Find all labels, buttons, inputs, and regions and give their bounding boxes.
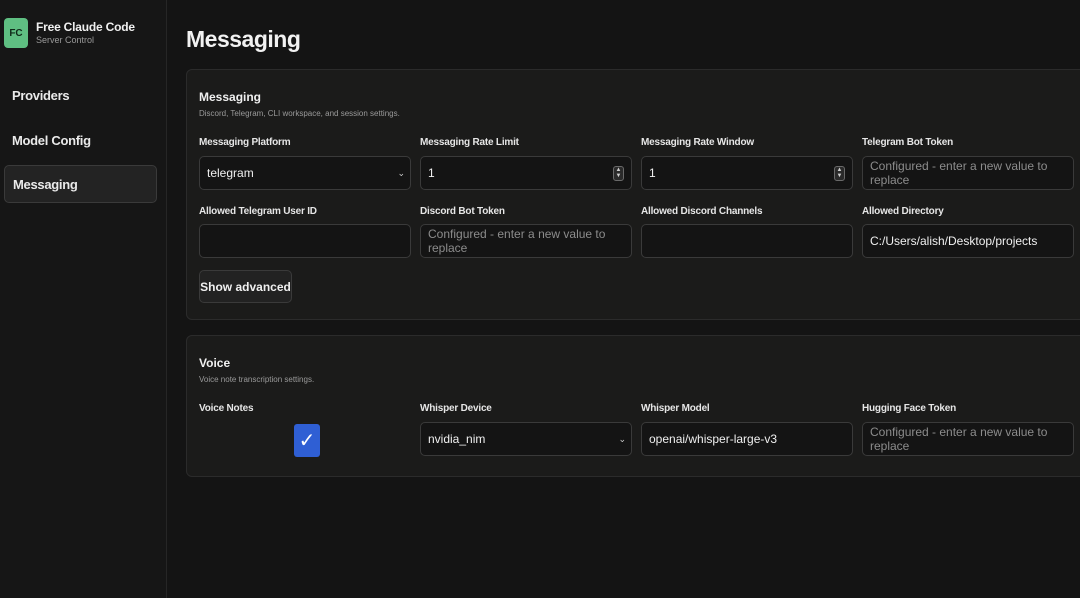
messaging-card: Messaging Discord, Telegram, CLI workspa…: [186, 69, 1080, 320]
app-subtitle: Server Control: [36, 35, 95, 45]
directory-label: Allowed Directory: [862, 206, 944, 217]
voice-section-title: Voice: [199, 356, 231, 370]
sidebar-item-model-config[interactable]: Model Config: [4, 121, 157, 159]
messaging-section-description: Discord, Telegram, CLI workspace, and se…: [199, 109, 400, 118]
whisper-model-label: Whisper Model: [641, 403, 710, 414]
telegram-token-input[interactable]: Configured - enter a new value to replac…: [862, 156, 1074, 190]
sidebar-item-providers[interactable]: Providers: [4, 76, 157, 114]
sidebar-item-messaging[interactable]: Messaging: [4, 165, 157, 203]
rate-window-input[interactable]: 1 ▲ ▼: [641, 156, 853, 190]
platform-label: Messaging Platform: [199, 137, 291, 148]
voice-card: Voice Voice note transcription settings.…: [186, 335, 1080, 477]
discord-channels-label: Allowed Discord Channels: [641, 206, 763, 217]
page-title: Messaging: [186, 26, 301, 52]
voice-notes-checkbox[interactable]: ✓: [294, 424, 320, 457]
discord-token-label: Discord Bot Token: [420, 206, 505, 217]
app-logo: FC: [4, 18, 28, 48]
messaging-section-title: Messaging: [199, 90, 262, 104]
discord-token-input[interactable]: Configured - enter a new value to replac…: [420, 224, 632, 258]
telegram-user-input[interactable]: [199, 224, 411, 258]
voice-notes-label: Voice Notes: [199, 403, 254, 414]
telegram-user-label: Allowed Telegram User ID: [199, 206, 317, 217]
whisper-device-label: Whisper Device: [420, 403, 492, 414]
check-icon: ✓: [298, 430, 316, 452]
chevron-down-icon: ⌄: [618, 434, 626, 444]
show-advanced-button[interactable]: Show advanced: [199, 270, 292, 303]
sidebar: FC Free Claude Code Server Control Provi…: [0, 0, 167, 598]
discord-channels-input[interactable]: [641, 224, 853, 258]
brand: FC Free Claude Code Server Control: [4, 18, 135, 48]
platform-select[interactable]: telegram ⌄: [199, 156, 411, 190]
rate-window-label: Messaging Rate Window: [641, 137, 754, 148]
whisper-model-input[interactable]: openai/whisper-large-v3: [641, 422, 853, 456]
rate-limit-input[interactable]: 1 ▲ ▼: [420, 156, 632, 190]
stepper-icon[interactable]: ▲ ▼: [834, 166, 845, 181]
whisper-device-select[interactable]: nvidia_nim ⌄: [420, 422, 632, 456]
stepper-icon[interactable]: ▲ ▼: [613, 166, 624, 181]
voice-section-description: Voice note transcription settings.: [199, 375, 315, 384]
rate-limit-label: Messaging Rate Limit: [420, 137, 519, 148]
directory-input[interactable]: C:/Users/alish/Desktop/projects: [862, 224, 1074, 258]
hf-token-input[interactable]: Configured - enter a new value to replac…: [862, 422, 1074, 456]
hf-token-label: Hugging Face Token: [862, 403, 956, 414]
app-title: Free Claude Code: [36, 20, 135, 34]
telegram-token-label: Telegram Bot Token: [862, 137, 954, 148]
chevron-down-icon: ⌄: [397, 168, 405, 178]
